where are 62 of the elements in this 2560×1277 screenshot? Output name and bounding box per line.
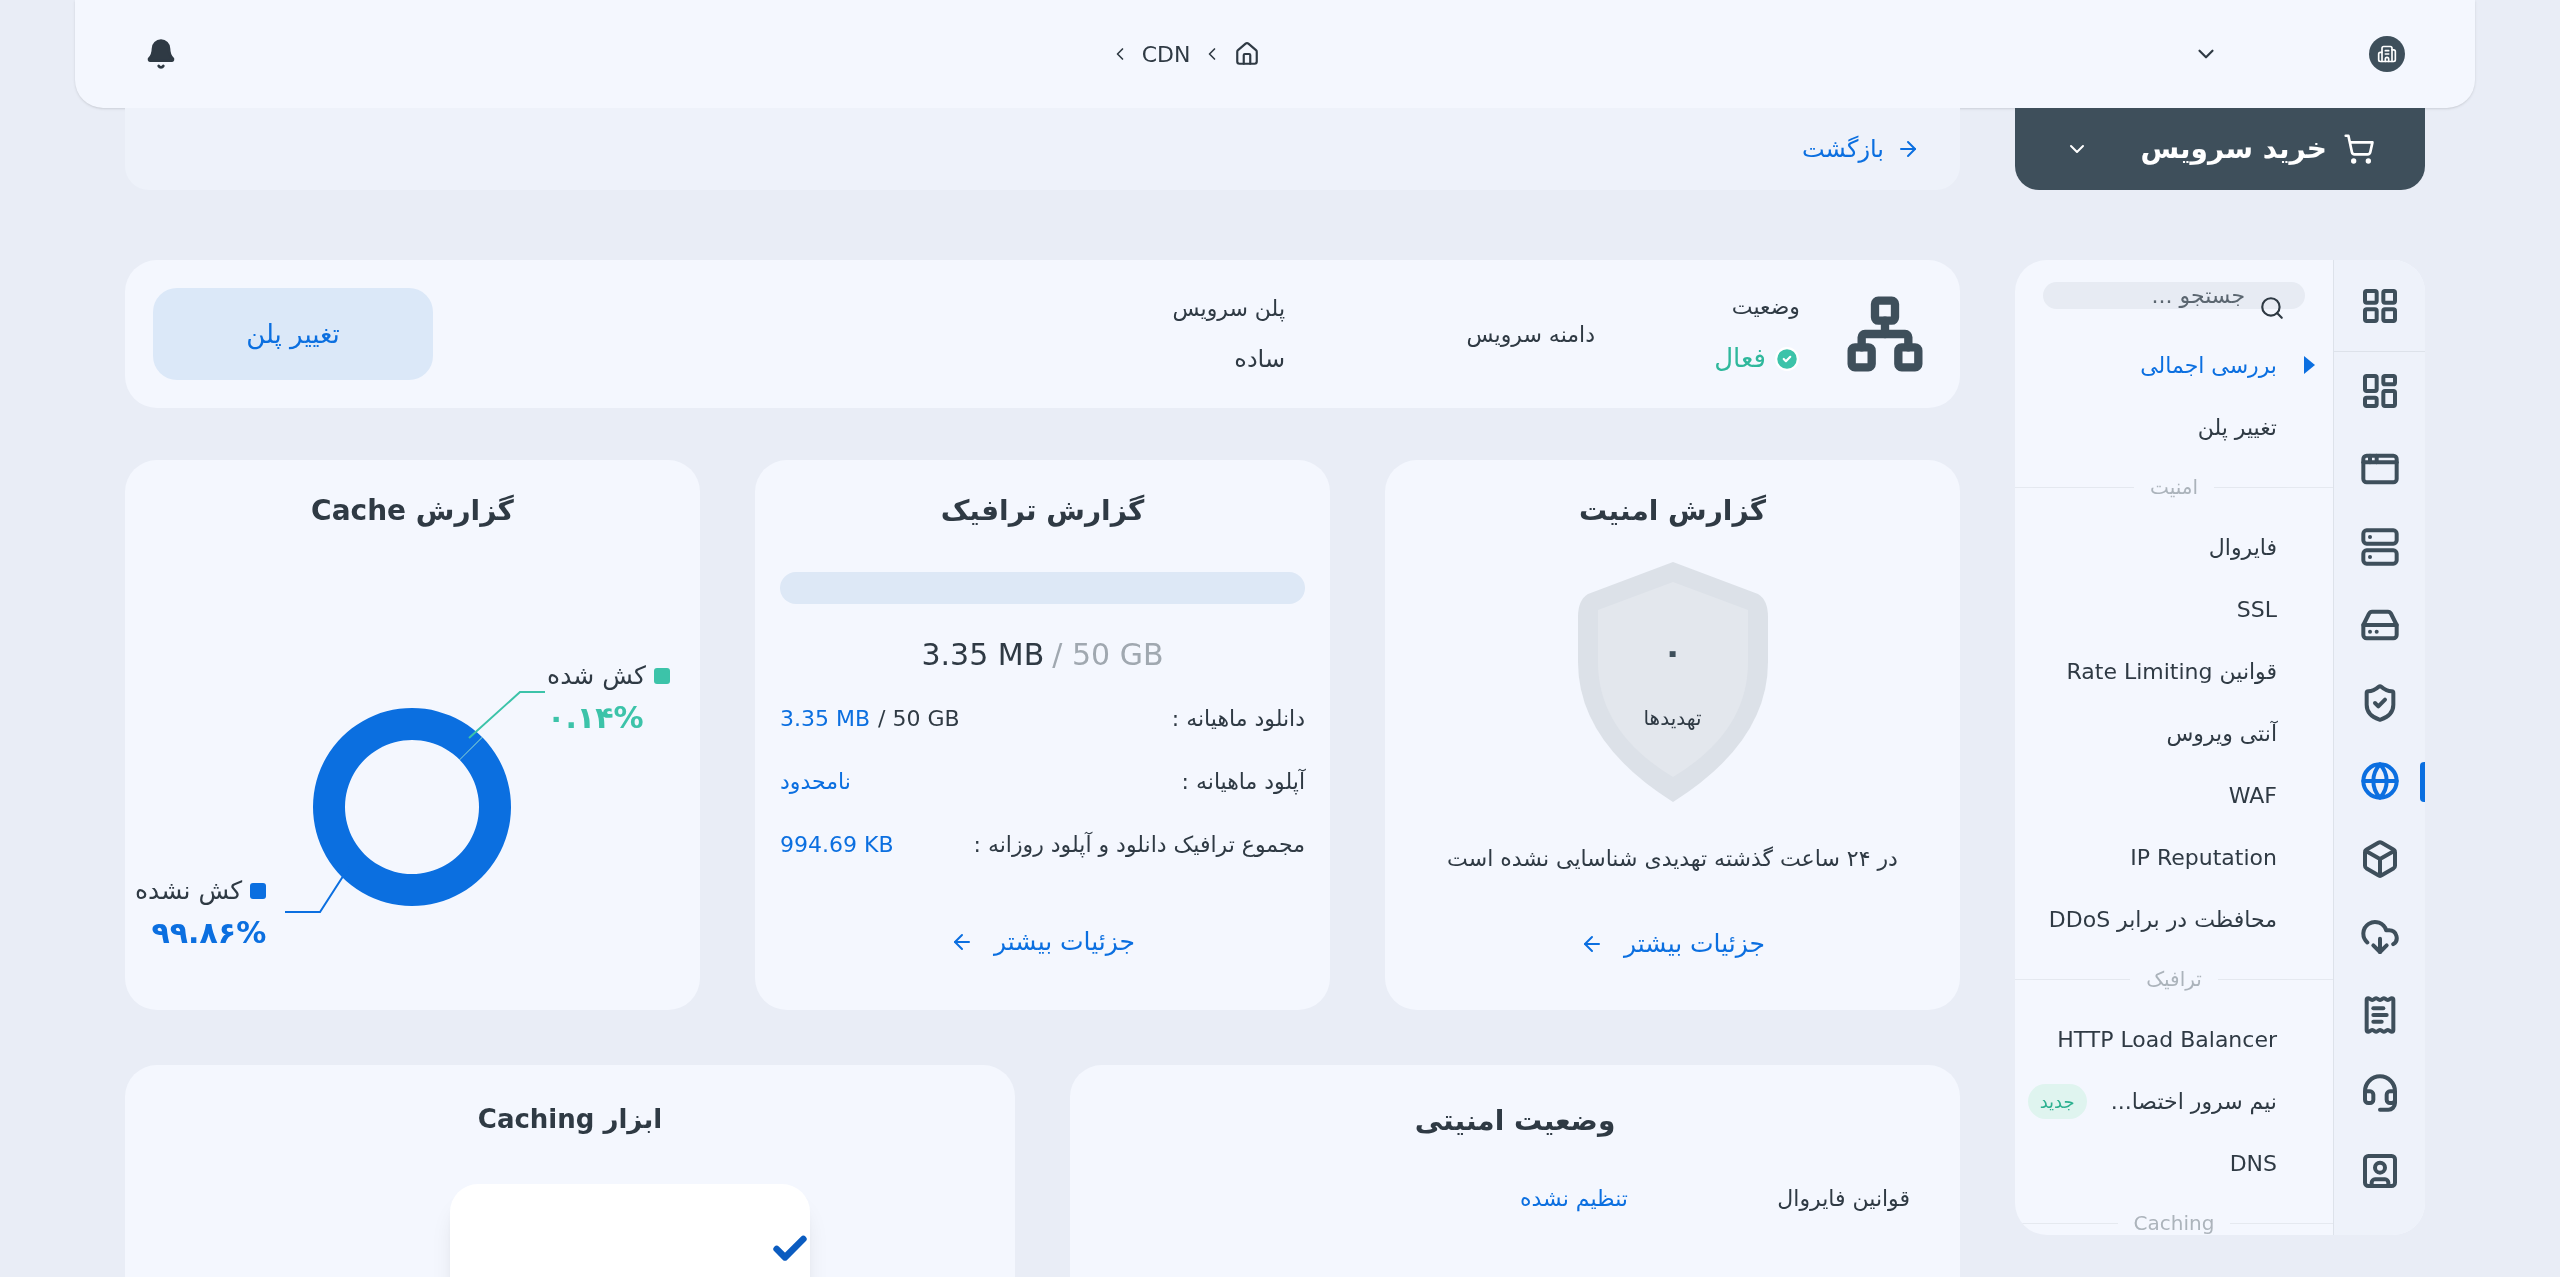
traffic-total: / 50 GB <box>1052 636 1164 674</box>
server-icon[interactable] <box>2359 527 2400 567</box>
sidebar-item[interactable]: تغییر پلن <box>2197 410 2277 444</box>
sidebar-item[interactable]: محافظت در برابر DDoS <box>2048 902 2277 936</box>
status-value: فعال <box>1714 342 1766 375</box>
legend-label: کش شده <box>547 660 646 692</box>
row-value: تنظیم نشده <box>1520 1185 1628 1214</box>
buy-service-button[interactable]: خرید سرویس <box>2015 108 2425 190</box>
security-message: در ۲۴ ساعت گذشته تهدیدی شناسایی نشده است <box>1447 845 1898 873</box>
field-label: دامنه سرویس <box>1465 320 1595 349</box>
row-label: قوانین فایروال <box>1777 1185 1910 1213</box>
cart-icon <box>2343 133 2375 165</box>
new-badge: جدید <box>2027 1083 2087 1119</box>
selected-indicator <box>2420 762 2425 802</box>
field-label: وضعیت <box>1730 293 1800 321</box>
selected-arrow-icon <box>2304 356 2315 374</box>
threat-count: ۰ <box>1662 631 1683 674</box>
row-value: نامحدود <box>780 768 851 796</box>
traffic-used: 3.35 MB <box>921 636 1045 674</box>
sidebar-item[interactable]: قوانین Rate Limiting <box>2066 654 2277 688</box>
breadcrumb-link[interactable]: CDN <box>1141 37 1191 71</box>
change-plan-button[interactable]: تغییر پلن <box>153 288 433 380</box>
card-title: گزارش Cache <box>311 493 514 529</box>
value-label: ۰.۱۴% <box>547 698 644 737</box>
sidebar-item[interactable]: SSL <box>2236 592 2277 626</box>
card-title: وضعیت امنیتی <box>1414 1103 1616 1139</box>
details-link[interactable]: جزئیات بیشتر <box>1580 925 1765 963</box>
row-value: 994.69 KB <box>780 831 894 859</box>
home-icon[interactable] <box>1234 41 1261 67</box>
building-icon <box>2377 44 2397 64</box>
card-title: ابزار Caching <box>477 1103 663 1137</box>
sidebar-item[interactable]: نیم سرور اختصا... <box>2110 1084 2277 1118</box>
section-label: امنیت <box>2150 474 2198 501</box>
globe-icon[interactable] <box>2359 761 2400 801</box>
row-value: 3.35 MB <box>780 705 871 733</box>
sidebar-item[interactable]: HTTP Load Balancer <box>2057 1022 2277 1056</box>
threat-label: تهدیدها <box>1643 705 1702 732</box>
bell-icon[interactable] <box>145 38 177 70</box>
value-label: ۹۹.۸۶% <box>151 913 267 952</box>
cloud-transfer-icon[interactable] <box>2359 917 2400 957</box>
search-icon <box>2259 295 2285 321</box>
back-link[interactable]: بازگشت <box>1802 131 1920 167</box>
row-label: آپلود ماهیانه : <box>1181 767 1305 797</box>
row-total: / 50 GB <box>878 705 960 733</box>
section-label: Caching <box>2133 1210 2215 1235</box>
row-label: مجموع ترافیک دانلود و آپلود روزانه : <box>973 831 1305 860</box>
field-label: پلن سرویس <box>1172 294 1285 324</box>
section-label: ترافیک <box>2146 966 2202 993</box>
sidebar-item[interactable]: IP Reputation <box>2130 840 2277 874</box>
account-button[interactable] <box>2369 36 2405 72</box>
field-value: ساده <box>1233 343 1285 375</box>
sidebar-item[interactable]: فایروال <box>2208 530 2277 564</box>
search-field[interactable]: جستجو ... <box>2043 282 2305 309</box>
sidebar-item[interactable]: آنتی ویروس <box>2166 716 2277 750</box>
sidebar-item[interactable]: WAF <box>2228 778 2277 812</box>
card-title: گزارش امنیت <box>1578 493 1767 529</box>
sidebar-item[interactable]: DNS <box>2229 1146 2277 1180</box>
legend-label: کش نشده <box>135 875 243 907</box>
sidebar-item[interactable]: بررسی اجمالی <box>2140 348 2277 382</box>
row-label: دانلود ماهیانه : <box>1171 705 1305 733</box>
card-title: گزارش ترافیک <box>940 493 1145 529</box>
details-link[interactable]: جزئیات بیشتر <box>950 923 1135 961</box>
